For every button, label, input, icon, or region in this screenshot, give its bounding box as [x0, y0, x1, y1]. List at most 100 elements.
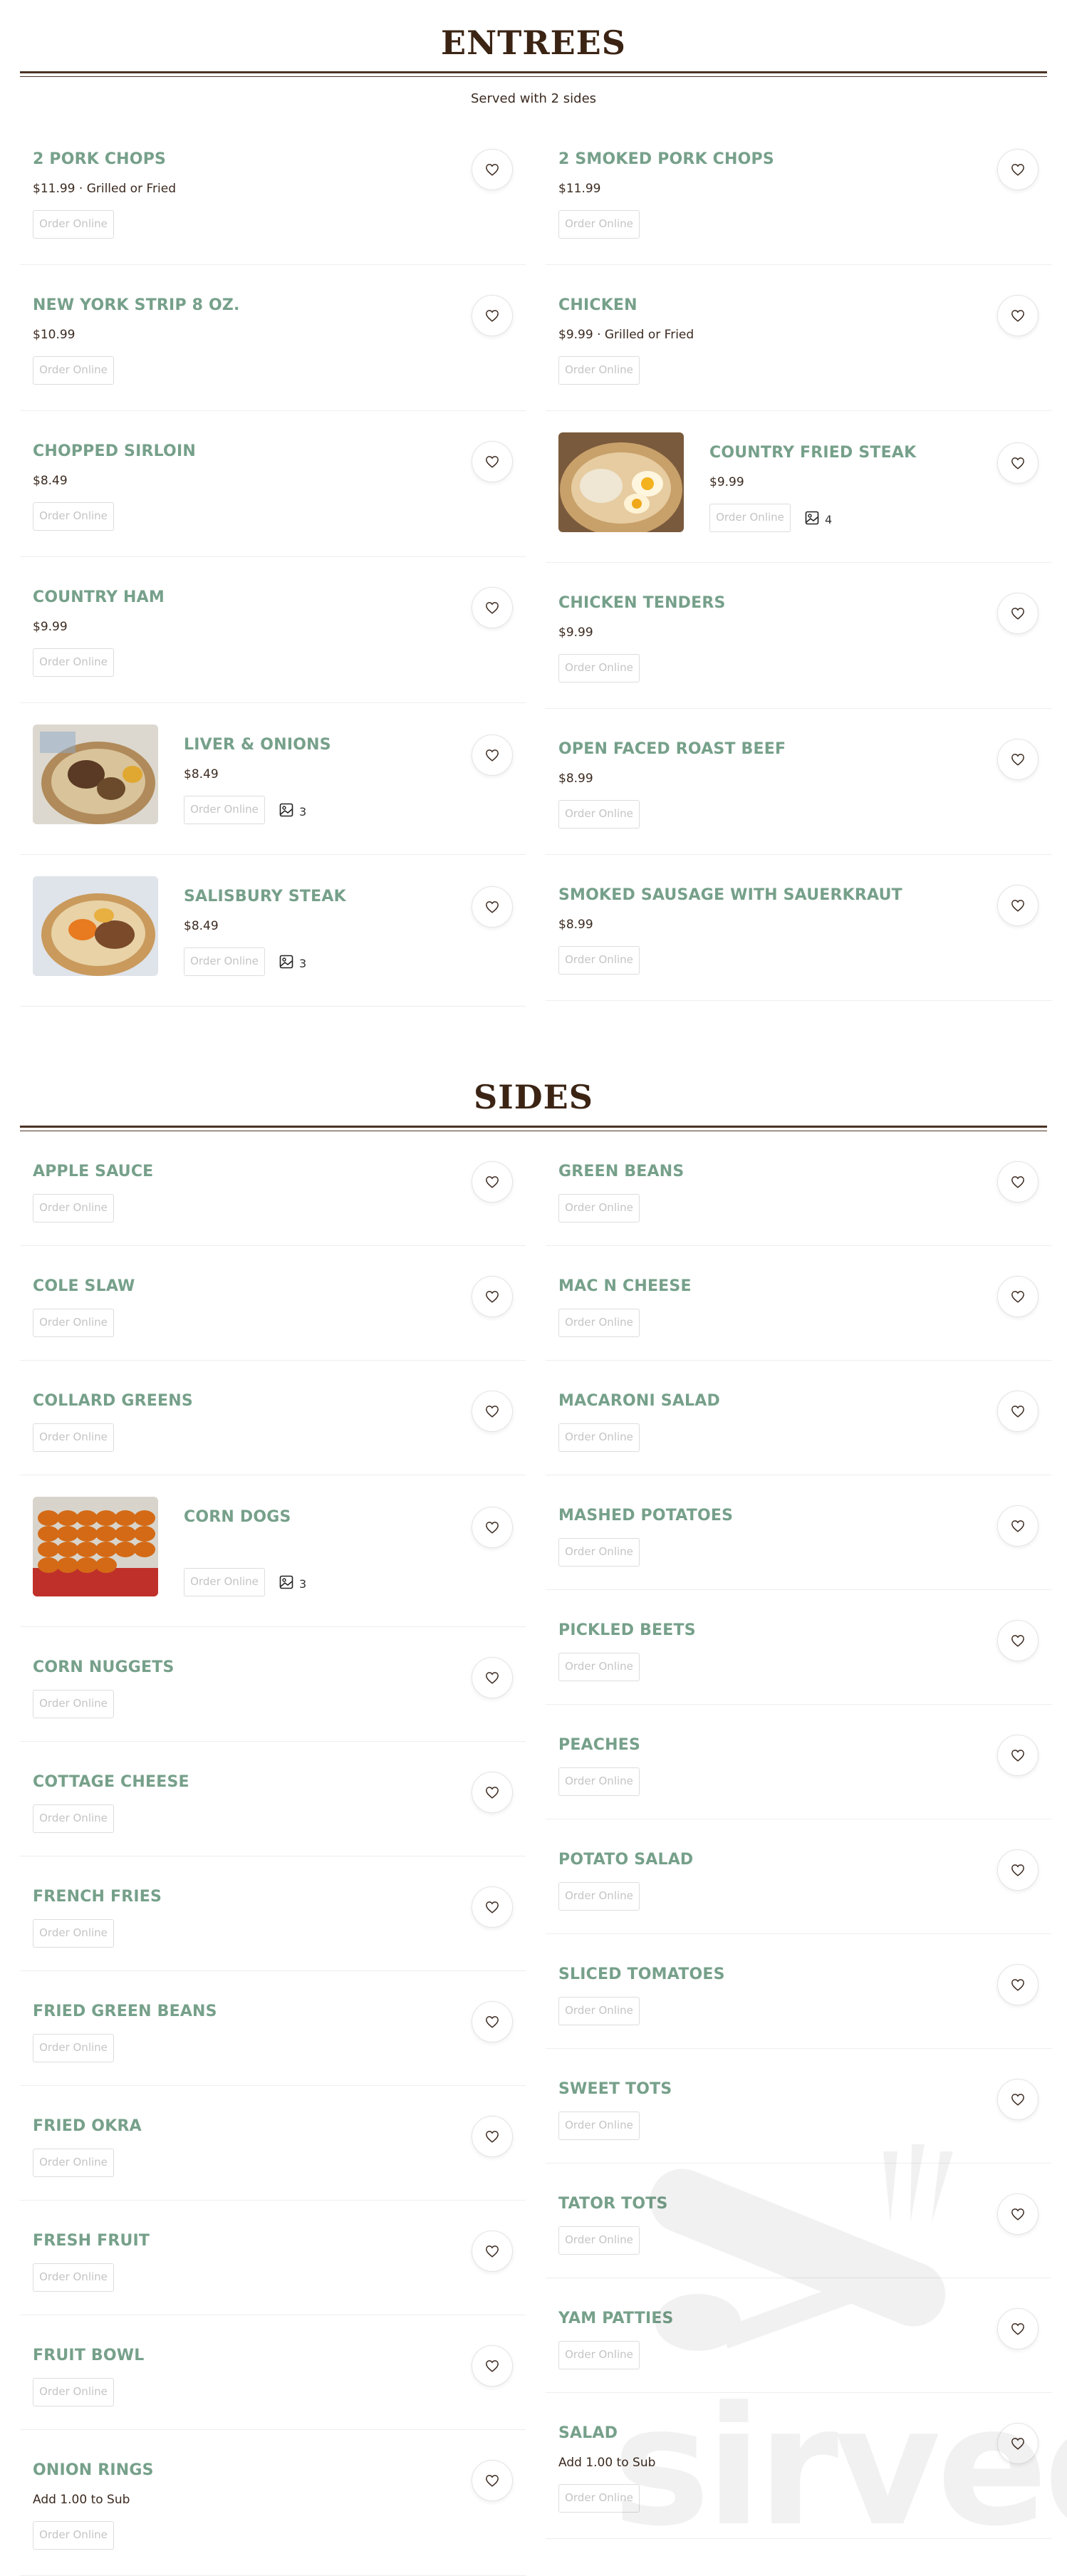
menu-item-tator-tots[interactable]: TATOR TOTS Order Online: [546, 2164, 1051, 2278]
favorite-button[interactable]: [997, 295, 1039, 336]
menu-item-pickled-beets[interactable]: PICKLED BEETS Order Online: [546, 1590, 1051, 1705]
favorite-button[interactable]: [472, 2345, 513, 2387]
order-online-button[interactable]: Order Online: [184, 1568, 265, 1596]
favorite-button[interactable]: [997, 1391, 1039, 1432]
favorite-button[interactable]: [997, 885, 1039, 926]
order-online-button[interactable]: Order Online: [558, 2341, 640, 2369]
order-online-button[interactable]: Order Online: [709, 504, 791, 532]
menu-item-chicken-tenders[interactable]: CHICKEN TENDERS $9.99 Order Online: [546, 563, 1051, 709]
order-online-button[interactable]: Order Online: [558, 946, 640, 975]
menu-item-fresh-fruit[interactable]: FRESH FRUIT Order Online: [20, 2201, 526, 2315]
menu-item-chopped-sirloin[interactable]: CHOPPED SIRLOIN $8.49 Order Online: [20, 411, 526, 557]
favorite-button[interactable]: [997, 1620, 1039, 1661]
favorite-button[interactable]: [472, 149, 513, 190]
menu-item-collard-greens[interactable]: COLLARD GREENS Order Online: [20, 1361, 526, 1475]
order-online-button[interactable]: Order Online: [558, 1653, 640, 1681]
order-online-button[interactable]: Order Online: [558, 210, 640, 239]
favorite-button[interactable]: [997, 739, 1039, 780]
menu-item-new-york-strip-8-oz[interactable]: NEW YORK STRIP 8 OZ. $10.99 Order Online: [20, 265, 526, 411]
order-online-button[interactable]: Order Online: [558, 2226, 640, 2255]
menu-item-open-faced-roast-beef[interactable]: OPEN FACED ROAST BEEF $8.99 Order Online: [546, 709, 1051, 855]
favorite-button[interactable]: [472, 2230, 513, 2272]
favorite-button[interactable]: [997, 593, 1039, 634]
order-online-button[interactable]: Order Online: [558, 1423, 640, 1452]
order-online-button[interactable]: Order Online: [33, 1804, 114, 1833]
photo-count[interactable]: 3: [279, 955, 306, 972]
menu-item-onion-rings[interactable]: ONION RINGS Add 1.00 to Sub Order Online: [20, 2430, 526, 2576]
menu-item-2-pork-chops[interactable]: 2 PORK CHOPS $11.99 · Grilled or Fried Ord…: [20, 119, 526, 265]
favorite-button[interactable]: [472, 2460, 513, 2501]
menu-item-french-fries[interactable]: FRENCH FRIES Order Online: [20, 1856, 526, 1971]
menu-item-smoked-sausage-with-sauerkraut[interactable]: SMOKED SAUSAGE WITH SAUERKRAUT $8.99 Order…: [546, 855, 1051, 1001]
favorite-button[interactable]: [472, 295, 513, 336]
order-online-button[interactable]: Order Online: [558, 1882, 640, 1911]
menu-item-salad[interactable]: SALAD Add 1.00 to Sub Order Online: [546, 2393, 1051, 2539]
item-photo[interactable]: [558, 432, 684, 532]
menu-item-peaches[interactable]: PEACHES Order Online: [546, 1705, 1051, 1819]
item-photo[interactable]: [33, 724, 158, 824]
menu-item-sliced-tomatoes[interactable]: SLICED TOMATOES Order Online: [546, 1934, 1051, 2049]
order-online-button[interactable]: Order Online: [558, 654, 640, 682]
favorite-button[interactable]: [472, 441, 513, 482]
menu-item-sweet-tots[interactable]: SWEET TOTS Order Online: [546, 2049, 1051, 2164]
menu-item-chicken[interactable]: CHICKEN $9.99 · Grilled or Fried Order Onl…: [546, 265, 1051, 411]
favorite-button[interactable]: [997, 2193, 1039, 2235]
favorite-button[interactable]: [997, 1735, 1039, 1776]
favorite-button[interactable]: [997, 149, 1039, 190]
order-online-button[interactable]: Order Online: [33, 1690, 114, 1718]
order-online-button[interactable]: Order Online: [558, 2484, 640, 2513]
favorite-button[interactable]: [472, 734, 513, 776]
favorite-button[interactable]: [997, 1505, 1039, 1547]
favorite-button[interactable]: [997, 2308, 1039, 2349]
menu-item-corn-nuggets[interactable]: CORN NUGGETS Order Online: [20, 1627, 526, 1742]
order-online-button[interactable]: Order Online: [33, 1919, 114, 1948]
order-online-button[interactable]: Order Online: [558, 356, 640, 385]
menu-item-mac-n-cheese[interactable]: MAC N CHEESE Order Online: [546, 1246, 1051, 1361]
favorite-button[interactable]: [472, 1161, 513, 1203]
menu-item-salisbury-steak[interactable]: SALISBURY STEAK $8.49 Order Online 3: [20, 855, 526, 1007]
photo-count[interactable]: 4: [805, 511, 832, 528]
favorite-button[interactable]: [472, 1391, 513, 1432]
favorite-button[interactable]: [997, 1964, 1039, 2005]
order-online-button[interactable]: Order Online: [558, 800, 640, 829]
favorite-button[interactable]: [472, 1772, 513, 1813]
menu-item-macaroni-salad[interactable]: MACARONI SALAD Order Online: [546, 1361, 1051, 1475]
order-online-button[interactable]: Order Online: [558, 1538, 640, 1567]
order-online-button[interactable]: Order Online: [558, 1194, 640, 1222]
favorite-button[interactable]: [472, 1657, 513, 1698]
favorite-button[interactable]: [472, 587, 513, 628]
menu-item-country-ham[interactable]: COUNTRY HAM $9.99 Order Online: [20, 557, 526, 703]
order-online-button[interactable]: Order Online: [184, 796, 265, 824]
favorite-button[interactable]: [472, 1276, 513, 1317]
favorite-button[interactable]: [472, 1886, 513, 1928]
order-online-button[interactable]: Order Online: [33, 2149, 114, 2177]
favorite-button[interactable]: [997, 1849, 1039, 1891]
favorite-button[interactable]: [997, 2423, 1039, 2464]
menu-item-apple-sauce[interactable]: APPLE SAUCE Order Online: [20, 1131, 526, 1246]
order-online-button[interactable]: Order Online: [33, 356, 114, 385]
order-online-button[interactable]: Order Online: [33, 2378, 114, 2406]
item-photo[interactable]: [33, 876, 158, 976]
order-online-button[interactable]: Order Online: [558, 1309, 640, 1337]
photo-count[interactable]: 3: [279, 803, 306, 820]
favorite-button[interactable]: [472, 2001, 513, 2042]
favorite-button[interactable]: [997, 442, 1039, 484]
menu-item-2-smoked-pork-chops[interactable]: 2 SMOKED PORK CHOPS $11.99 Order Online: [546, 119, 1051, 265]
order-online-button[interactable]: Order Online: [33, 648, 114, 677]
order-online-button[interactable]: Order Online: [33, 2034, 114, 2062]
menu-item-corn-dogs[interactable]: CORN DOGS Order Online 3: [20, 1475, 526, 1627]
menu-item-green-beans[interactable]: GREEN BEANS Order Online: [546, 1131, 1051, 1246]
menu-item-fried-okra[interactable]: FRIED OKRA Order Online: [20, 2086, 526, 2201]
order-online-button[interactable]: Order Online: [33, 1309, 114, 1337]
order-online-button[interactable]: Order Online: [184, 947, 265, 976]
menu-item-fruit-bowl[interactable]: FRUIT BOWL Order Online: [20, 2315, 526, 2430]
favorite-button[interactable]: [472, 1507, 513, 1548]
favorite-button[interactable]: [997, 2079, 1039, 2120]
order-online-button[interactable]: Order Online: [558, 2112, 640, 2140]
order-online-button[interactable]: Order Online: [558, 1997, 640, 2025]
favorite-button[interactable]: [997, 1276, 1039, 1317]
item-photo[interactable]: [33, 1497, 158, 1596]
order-online-button[interactable]: Order Online: [33, 502, 114, 531]
menu-item-liver-and-onions[interactable]: LIVER & ONIONS $8.49 Order Online 3: [20, 703, 526, 855]
favorite-button[interactable]: [472, 886, 513, 928]
